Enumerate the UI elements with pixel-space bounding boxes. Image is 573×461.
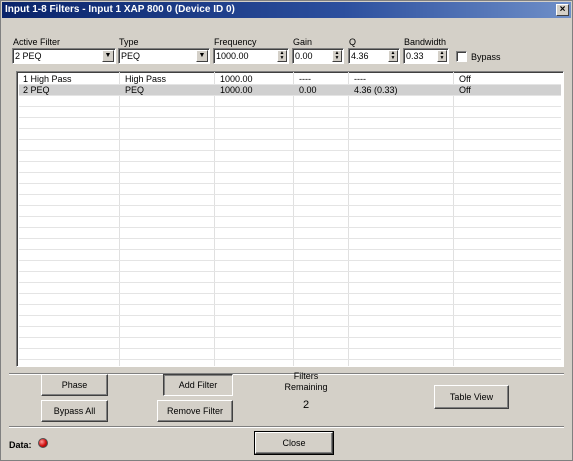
data-status-label: Data: xyxy=(9,440,32,450)
gain-value: 0.00 xyxy=(295,51,313,61)
empty-table-row xyxy=(19,184,561,195)
empty-table-row xyxy=(19,228,561,239)
frequency-cell: 1000.00 xyxy=(220,74,253,84)
table-view-button[interactable]: Table View xyxy=(434,385,509,409)
filters-table[interactable]: 1 High Pass High Pass 1000.00 ---- ---- Off 2 … xyxy=(16,71,564,367)
empty-table-row xyxy=(19,283,561,294)
spin-arrows-icon[interactable]: ▲ ▼ xyxy=(388,50,398,62)
gain-label: Gain xyxy=(293,37,313,47)
gain-cell: 0.00 xyxy=(299,85,317,95)
frequency-value: 1000.00 xyxy=(216,51,249,61)
chevron-down-icon[interactable]: ▼ xyxy=(102,50,114,62)
frequency-input[interactable]: 1000.00 ▲ ▼ xyxy=(213,48,289,64)
filter-name-cell: 2 PEQ xyxy=(23,85,50,95)
empty-table-row xyxy=(19,173,561,184)
type-label: Type xyxy=(119,37,139,47)
q-bw-cell: 4.36 (0.33) xyxy=(354,85,398,95)
data-led-icon xyxy=(38,438,48,448)
empty-table-row xyxy=(19,129,561,140)
divider xyxy=(9,426,564,428)
spin-arrows-icon[interactable]: ▲ ▼ xyxy=(437,50,447,62)
empty-table-row xyxy=(19,140,561,151)
filter-name-cell: 1 High Pass xyxy=(23,74,72,84)
remove-filter-button[interactable]: Remove Filter xyxy=(157,400,233,422)
empty-table-row xyxy=(19,239,561,250)
add-filter-button[interactable]: Add Filter xyxy=(163,374,233,396)
empty-table-row xyxy=(19,294,561,305)
active-filter-label: Active Filter xyxy=(13,37,61,47)
q-value: 4.36 xyxy=(351,51,369,61)
close-window-button[interactable]: × xyxy=(556,4,569,16)
empty-table-row xyxy=(19,316,561,327)
phase-button[interactable]: Phase xyxy=(41,374,108,396)
spin-arrows-icon[interactable]: ▲ ▼ xyxy=(332,50,342,62)
phase-cell: Off xyxy=(459,74,471,84)
empty-table-row xyxy=(19,151,561,162)
empty-table-row xyxy=(19,195,561,206)
empty-table-row xyxy=(19,261,561,272)
empty-table-row xyxy=(19,338,561,349)
bandwidth-label: Bandwidth xyxy=(404,37,447,47)
bypass-checkbox[interactable] xyxy=(456,51,467,62)
filter-type-cell: PEQ xyxy=(125,85,145,95)
bandwidth-value: 0.33 xyxy=(406,51,424,61)
filter-type-cell: High Pass xyxy=(125,74,167,84)
empty-table-row xyxy=(19,250,561,261)
filters-remaining-count: 2 xyxy=(302,399,310,411)
q-bw-cell: ---- xyxy=(354,74,366,84)
table-row[interactable]: 1 High Pass High Pass 1000.00 ---- ---- Off xyxy=(19,74,561,85)
empty-table-row xyxy=(19,272,561,283)
q-input[interactable]: 4.36 ▲ ▼ xyxy=(348,48,400,64)
filters-remaining-label-line1: Filters xyxy=(293,371,319,381)
empty-table-row xyxy=(19,162,561,173)
spin-arrows-icon[interactable]: ▲ ▼ xyxy=(277,50,287,62)
close-button[interactable]: Close xyxy=(254,431,334,455)
filters-remaining-label-line2: Remaining xyxy=(284,382,328,392)
empty-table-row xyxy=(19,327,561,338)
window-title: Input 1-8 Filters - Input 1 XAP 800 0 (D… xyxy=(5,4,235,15)
q-label: Q xyxy=(349,37,357,47)
empty-table-row xyxy=(19,107,561,118)
empty-table-row xyxy=(19,96,561,107)
gain-cell: ---- xyxy=(299,74,311,84)
empty-table-row xyxy=(19,118,561,129)
type-value: PEQ xyxy=(121,51,141,61)
filters-dialog: Input 1-8 Filters - Input 1 XAP 800 0 (D… xyxy=(0,0,573,461)
frequency-cell: 1000.00 xyxy=(220,85,253,95)
title-bar: Input 1-8 Filters - Input 1 XAP 800 0 (D… xyxy=(2,2,571,18)
active-filter-value: 2 PEQ xyxy=(15,51,42,61)
gain-input[interactable]: 0.00 ▲ ▼ xyxy=(292,48,344,64)
bandwidth-input[interactable]: 0.33 ▲ ▼ xyxy=(403,48,449,64)
empty-table-row xyxy=(19,206,561,217)
frequency-label: Frequency xyxy=(214,37,257,47)
type-select[interactable]: PEQ ▼ xyxy=(118,48,210,64)
empty-table-row xyxy=(19,305,561,316)
phase-cell: Off xyxy=(459,85,471,95)
active-filter-select[interactable]: 2 PEQ ▼ xyxy=(12,48,116,64)
chevron-down-icon[interactable]: ▼ xyxy=(196,50,208,62)
bypass-all-button[interactable]: Bypass All xyxy=(41,400,108,422)
empty-table-row xyxy=(19,217,561,228)
empty-table-row xyxy=(19,349,561,360)
bypass-label: Bypass xyxy=(471,52,501,62)
table-row[interactable]: 2 PEQ PEQ 1000.00 0.00 4.36 (0.33) Off xyxy=(19,85,561,96)
